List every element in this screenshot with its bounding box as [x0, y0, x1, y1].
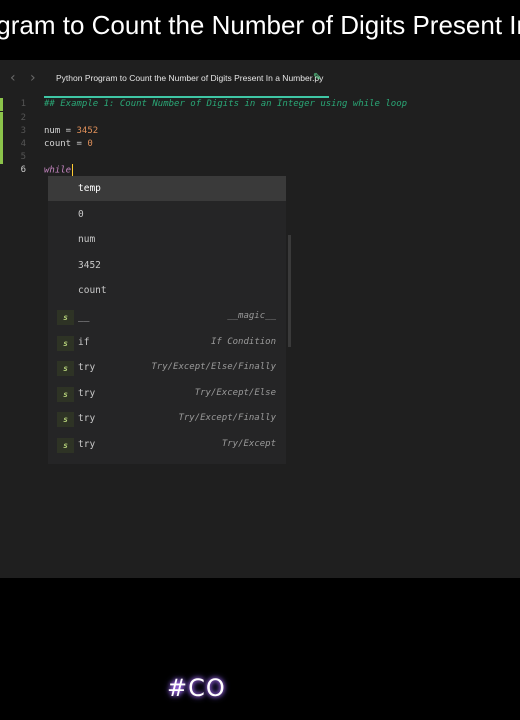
file-tab[interactable]: Python Program to Count the Number of Di… — [56, 73, 323, 83]
line-number: 5 — [20, 152, 26, 162]
autocomplete-label: try — [78, 387, 96, 399]
watermark: #CO — [167, 674, 226, 702]
code-text: count = — [44, 139, 88, 149]
autocomplete-label: num — [78, 234, 96, 246]
editor-titlebar: ‹ › Python Program to Count the Number o… — [0, 60, 520, 98]
code-text: num = — [44, 126, 77, 136]
line-number: 2 — [20, 113, 26, 123]
snippet-icon: s — [57, 361, 74, 377]
code-number: 0 — [87, 139, 93, 149]
banner-title: Python Program to Count the Number of Di… — [0, 10, 520, 40]
autocomplete-label: count — [78, 285, 107, 297]
autocomplete-label: try — [78, 439, 96, 450]
code-editor[interactable]: ‹ › Python Program to Count the Number o… — [0, 60, 520, 578]
line-number: 6 — [20, 165, 26, 175]
autocomplete-description: Try/Except/Else/Finally — [151, 362, 276, 373]
autocomplete-label: temp — [78, 183, 101, 194]
autocomplete-description: Try/Except/Finally — [178, 413, 276, 424]
code-keyword: while — [44, 165, 72, 176]
pencil-icon: ✎ — [313, 72, 322, 83]
code-comment: ## Example 1: Count Number of Digits in … — [44, 99, 408, 109]
code-line[interactable]: 5 — [0, 151, 520, 164]
autocomplete-label: 0 — [78, 208, 84, 220]
autocomplete-label: try — [78, 362, 96, 374]
line-code: ## Example 1: Count Number of Digits in … — [44, 98, 407, 111]
autocomplete-label: if — [78, 336, 90, 348]
autocomplete-description: Try/Except — [221, 439, 276, 449]
autocomplete-item[interactable]: s __ __magic__ — [48, 304, 286, 329]
autocomplete-item[interactable]: s try Try/Except — [48, 432, 286, 457]
autocomplete-popup[interactable]: temp 0 num 3452 count s __ __magic__ s if If Condi… — [48, 176, 286, 464]
autocomplete-label: __ — [78, 311, 90, 322]
line-number: 4 — [20, 139, 26, 149]
autocomplete-item[interactable]: s try Try/Except/Finally — [48, 406, 286, 431]
autocomplete-item[interactable]: count — [48, 278, 286, 303]
code-line[interactable]: 1 ## Example 1: Count Number of Digits in… — [0, 98, 520, 111]
autocomplete-item[interactable]: s if If Condition — [48, 330, 286, 355]
code-line[interactable]: 3 num = 3452 — [0, 125, 520, 138]
snippet-icon: s — [57, 412, 74, 428]
autocomplete-label: try — [78, 413, 96, 425]
autocomplete-description: If Condition — [210, 336, 276, 347]
chevron-left-icon[interactable]: ‹ — [10, 70, 16, 86]
autocomplete-item[interactable]: 0 — [48, 202, 286, 227]
autocomplete-description: Try/Except/Else — [194, 387, 276, 398]
autocomplete-description: __magic__ — [227, 311, 276, 321]
snippet-icon: s — [57, 335, 74, 351]
code-line[interactable]: 2 — [0, 112, 520, 125]
line-number: 3 — [20, 126, 26, 136]
line-code: count = 0 — [44, 138, 93, 151]
snippet-icon: s — [57, 310, 74, 325]
autocomplete-scrollbar[interactable] — [288, 235, 291, 347]
autocomplete-item[interactable]: s try Try/Except/Else/Finally — [48, 355, 286, 380]
autocomplete-item[interactable]: num — [48, 227, 286, 252]
autocomplete-item[interactable]: s try Try/Except/Else — [48, 381, 286, 406]
snippet-icon: s — [57, 386, 74, 402]
code-line[interactable]: 4 count = 0 — [0, 138, 520, 151]
title-banner: Python Program to Count the Number of Di… — [0, 0, 520, 60]
autocomplete-item[interactable]: temp — [48, 176, 286, 201]
line-number: 1 — [20, 99, 26, 109]
autocomplete-item[interactable]: 3452 — [48, 253, 286, 278]
autocomplete-label: 3452 — [78, 259, 101, 271]
chevron-right-icon[interactable]: › — [30, 70, 36, 86]
code-number: 3452 — [76, 126, 99, 136]
line-code: num = 3452 — [44, 125, 98, 138]
text-cursor — [72, 164, 74, 176]
snippet-icon: s — [57, 438, 74, 453]
